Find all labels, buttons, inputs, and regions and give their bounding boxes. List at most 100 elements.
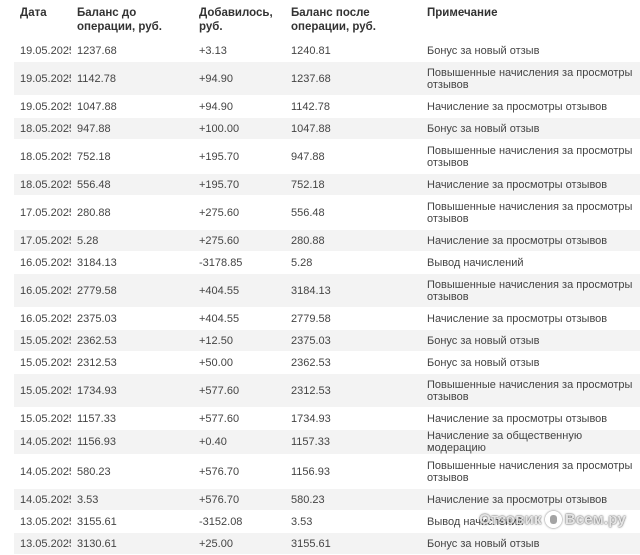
cell-balance-after: 1734.93 <box>285 407 421 430</box>
table-row: 18.05.2025 752.18 +195.70 947.88 Повышенные … <box>14 139 640 174</box>
cell-balance-after: 3155.61 <box>285 532 421 555</box>
cell-balance-after: 2362.53 <box>285 351 421 374</box>
cell-note: Бонус за новый отзыв <box>421 329 640 352</box>
cell-balance-before: 1734.93 <box>71 373 193 408</box>
cell-note: Начисление за просмотры отзывов <box>421 307 640 330</box>
cell-added: +50.00 <box>193 351 285 374</box>
cell-balance-before: 3184.13 <box>71 251 193 274</box>
cell-balance-after: 3.53 <box>285 510 421 533</box>
table-row: 13.05.2025 3155.61 -3152.08 3.53 Вывод начис… <box>14 510 640 533</box>
cell-balance-after: 1047.88 <box>285 117 421 140</box>
cell-added: +94.90 <box>193 95 285 118</box>
cell-date: 15.05.2025 <box>14 351 71 374</box>
cell-balance-after: 580.23 <box>285 488 421 511</box>
cell-note: Бонус за новый отзыв <box>421 351 640 374</box>
cell-date: 19.05.2025 <box>14 61 71 96</box>
table-row: 19.05.2025 1142.78 +94.90 1237.68 Повышенные… <box>14 61 640 96</box>
table-row: 15.05.2025 1157.33 +577.60 1734.93 Начислени… <box>14 407 640 430</box>
cell-balance-before: 2312.53 <box>71 351 193 374</box>
cell-added: +577.60 <box>193 407 285 430</box>
cell-note: Начисление за просмотры отзывов <box>421 173 640 196</box>
cell-balance-after: 1156.93 <box>285 454 421 489</box>
header-added: Добавилось, руб. <box>193 0 285 40</box>
cell-date: 16.05.2025 <box>14 273 71 308</box>
table-row: 13.05.2025 3130.61 +25.00 3155.61 Бонус за н… <box>14 532 640 555</box>
cell-added: -3152.08 <box>193 510 285 533</box>
table-row: 17.05.2025 280.88 +275.60 556.48 Повышенные … <box>14 195 640 230</box>
cell-added: +275.60 <box>193 195 285 230</box>
cell-added: -3178.85 <box>193 251 285 274</box>
table-row: 14.05.2025 580.23 +576.70 1156.93 Повышенные… <box>14 454 640 489</box>
header-balance-before: Баланс до операции, руб. <box>71 0 193 40</box>
cell-added: +576.70 <box>193 454 285 489</box>
cell-note: Бонус за новый отзыв <box>421 40 640 62</box>
cell-date: 14.05.2025 <box>14 454 71 489</box>
cell-date: 18.05.2025 <box>14 173 71 196</box>
cell-balance-after: 3184.13 <box>285 273 421 308</box>
cell-balance-after: 1237.68 <box>285 61 421 96</box>
header-row: Дата Баланс до операции, руб. Добавилось… <box>14 0 640 40</box>
cell-added: +195.70 <box>193 173 285 196</box>
cell-note: Начисление за просмотры отзывов <box>421 95 640 118</box>
cell-balance-before: 947.88 <box>71 117 193 140</box>
cell-balance-before: 3155.61 <box>71 510 193 533</box>
table-row: 18.05.2025 947.88 +100.00 1047.88 Бонус за н… <box>14 117 640 140</box>
cell-balance-after: 1142.78 <box>285 95 421 118</box>
cell-date: 15.05.2025 <box>14 329 71 352</box>
cell-added: +94.90 <box>193 61 285 96</box>
cell-date: 17.05.2025 <box>14 195 71 230</box>
cell-added: +404.55 <box>193 273 285 308</box>
cell-balance-after: 2779.58 <box>285 307 421 330</box>
cell-balance-before: 2375.03 <box>71 307 193 330</box>
cell-date: 17.05.2025 <box>14 229 71 252</box>
cell-note: Повышенные начисления за просмотры отзыв… <box>421 195 640 230</box>
cell-date: 15.05.2025 <box>14 407 71 430</box>
table-row: 14.05.2025 3.53 +576.70 580.23 Начисление за… <box>14 488 640 511</box>
cell-added: +404.55 <box>193 307 285 330</box>
cell-balance-before: 3130.61 <box>71 532 193 555</box>
table-body: 19.05.2025 1237.68 +3.13 1240.81 Бонус за но… <box>14 40 640 555</box>
cell-balance-before: 2779.58 <box>71 273 193 308</box>
cell-balance-before: 1047.88 <box>71 95 193 118</box>
cell-added: +100.00 <box>193 117 285 140</box>
cell-added: +576.70 <box>193 488 285 511</box>
cell-note: Вывод начислений <box>421 510 640 533</box>
cell-date: 18.05.2025 <box>14 117 71 140</box>
cell-note: Бонус за новый отзыв <box>421 117 640 140</box>
cell-date: 14.05.2025 <box>14 429 71 455</box>
cell-note: Начисление за просмотры отзывов <box>421 488 640 511</box>
balance-history-table: Дата Баланс до операции, руб. Добавилось… <box>14 0 640 555</box>
cell-balance-before: 1142.78 <box>71 61 193 96</box>
header-note: Примечание <box>421 0 640 40</box>
cell-note: Начисление за общественную модерацию <box>421 429 640 455</box>
cell-note: Бонус за новый отзыв <box>421 532 640 555</box>
table-row: 16.05.2025 2779.58 +404.55 3184.13 Повышенны… <box>14 273 640 308</box>
cell-balance-after: 947.88 <box>285 139 421 174</box>
cell-balance-after: 280.88 <box>285 229 421 252</box>
table-row: 15.05.2025 1734.93 +577.60 2312.53 Повышенны… <box>14 373 640 408</box>
cell-balance-after: 752.18 <box>285 173 421 196</box>
header-balance-after: Баланс после операции, руб. <box>285 0 421 40</box>
cell-added: +0.40 <box>193 429 285 455</box>
cell-balance-after: 2312.53 <box>285 373 421 408</box>
cell-note: Начисление за просмотры отзывов <box>421 229 640 252</box>
cell-balance-before: 580.23 <box>71 454 193 489</box>
cell-added: +195.70 <box>193 139 285 174</box>
table-header: Дата Баланс до операции, руб. Добавилось… <box>14 0 640 40</box>
cell-note: Вывод начислений <box>421 251 640 274</box>
balance-history: Дата Баланс до операции, руб. Добавилось… <box>14 0 640 555</box>
cell-note: Повышенные начисления за просмотры отзыв… <box>421 61 640 96</box>
header-date: Дата <box>14 0 71 40</box>
table-row: 16.05.2025 3184.13 -3178.85 5.28 Вывод начис… <box>14 251 640 274</box>
cell-date: 19.05.2025 <box>14 40 71 62</box>
cell-date: 13.05.2025 <box>14 510 71 533</box>
cell-balance-before: 1237.68 <box>71 40 193 62</box>
table-row: 17.05.2025 5.28 +275.60 280.88 Начисление за… <box>14 229 640 252</box>
cell-date: 13.05.2025 <box>14 532 71 555</box>
cell-balance-before: 752.18 <box>71 139 193 174</box>
cell-balance-before: 2362.53 <box>71 329 193 352</box>
cell-balance-before: 280.88 <box>71 195 193 230</box>
cell-note: Повышенные начисления за просмотры отзыв… <box>421 373 640 408</box>
cell-note: Повышенные начисления за просмотры отзыв… <box>421 273 640 308</box>
cell-balance-after: 1157.33 <box>285 429 421 455</box>
